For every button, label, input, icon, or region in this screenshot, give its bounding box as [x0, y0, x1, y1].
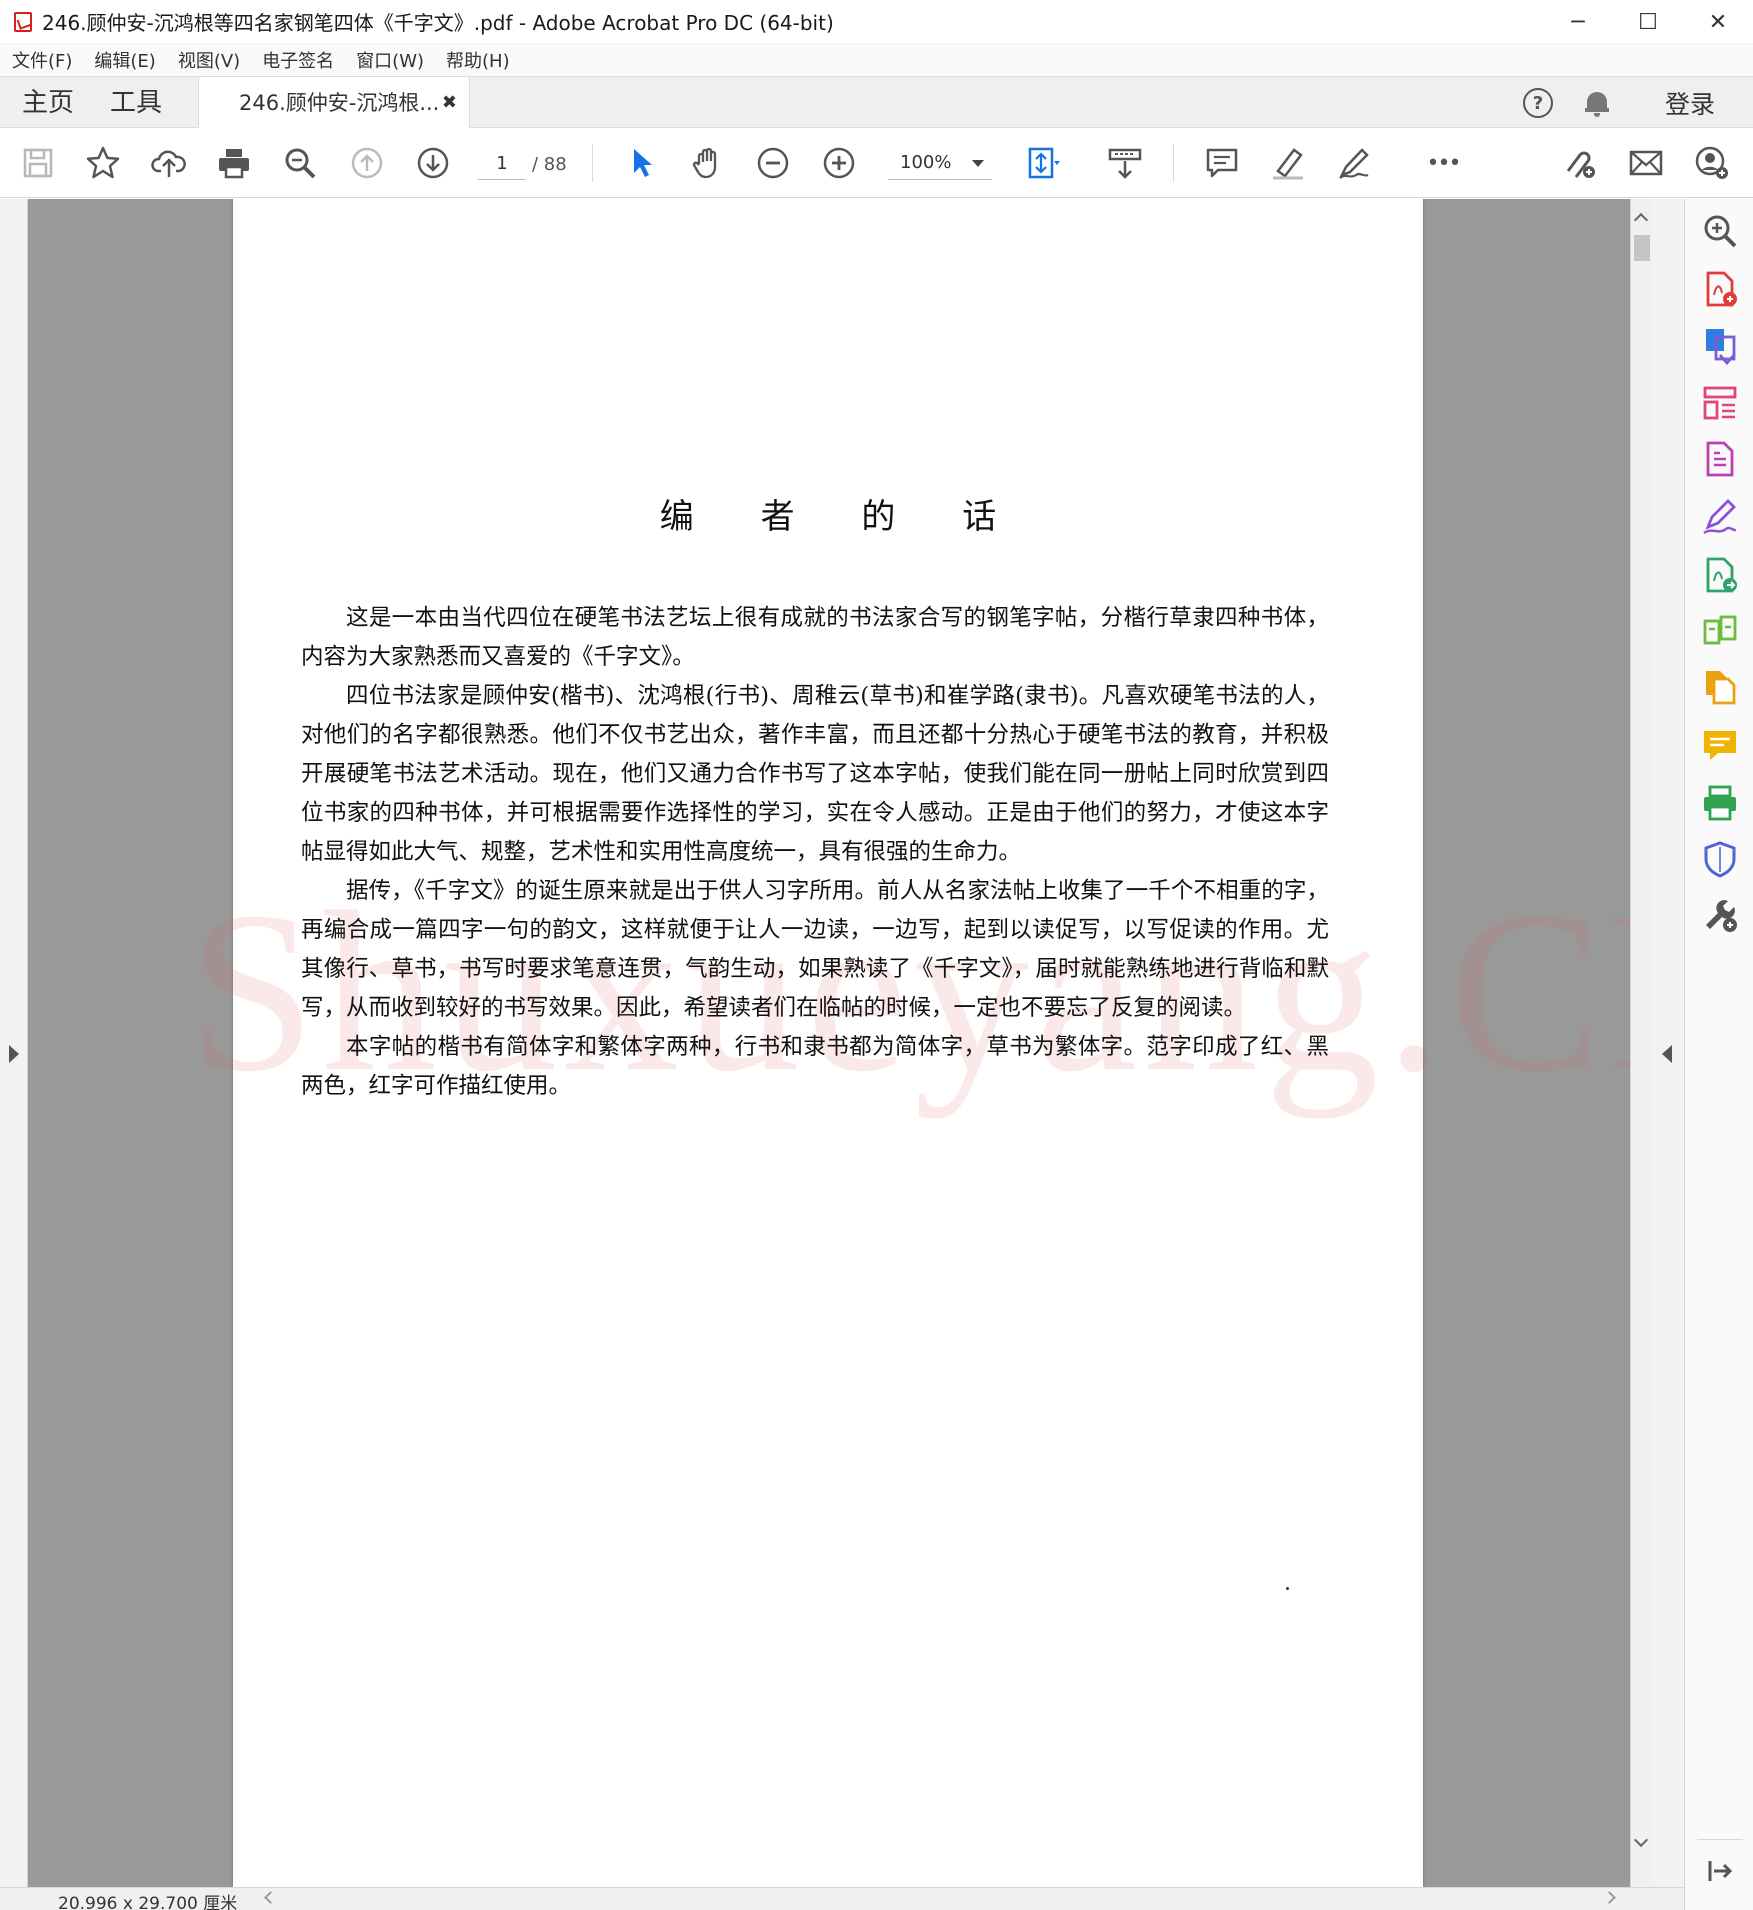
compare-files-icon[interactable]	[1700, 611, 1740, 651]
page-heading: 编 者 的 话	[659, 497, 1025, 537]
pdf-page: Shuxueyang.CN 编 者 的 话 这是一本由当代四位在硬笔书法艺坛上很…	[188, 199, 1630, 1887]
page-mark	[1286, 1587, 1289, 1590]
minimize-button[interactable]: ─	[1543, 0, 1613, 44]
title-bar: 246.顾仲安-沉鸿根等四名家钢笔四体《千字文》.pdf - Adobe Acr…	[0, 0, 1753, 44]
toolbar: / 88 100%	[0, 128, 1753, 198]
window-title: 246.顾仲安-沉鸿根等四名家钢笔四体《千字文》.pdf - Adobe Acr…	[42, 11, 834, 35]
comment-tool-icon[interactable]	[1700, 725, 1740, 765]
tools-pane	[1684, 199, 1753, 1910]
export-file-icon[interactable]	[1700, 555, 1740, 595]
paragraph: 四位书法家是顾仲安(楷书)、沈鸿根(行书)、周稚云(草书)和崔学路(隶书)。凡喜…	[301, 683, 1329, 865]
highlight-icon[interactable]	[1268, 143, 1308, 183]
page-down-icon[interactable]	[413, 143, 453, 183]
menu-bar: 文件(F) 编辑(E) 视图(V) 电子签名 窗口(W) 帮助(H)	[0, 44, 1753, 76]
menu-view[interactable]: 视图(V)	[178, 47, 240, 73]
help-icon[interactable]: ?	[1522, 88, 1553, 118]
menu-esign[interactable]: 电子签名	[262, 47, 334, 73]
right-pane-toggle-strip	[1652, 199, 1684, 1887]
fill-sign-icon[interactable]	[1700, 497, 1740, 537]
export-pdf-icon[interactable]	[1700, 325, 1740, 366]
login-button[interactable]: 登录	[1665, 85, 1715, 121]
share-link-icon[interactable]	[1560, 143, 1600, 183]
zoom-in-icon[interactable]	[819, 143, 859, 183]
tab-tools[interactable]: 工具	[110, 77, 162, 129]
organize-pages-icon[interactable]	[1700, 383, 1740, 423]
scroll-mode-icon[interactable]	[1105, 143, 1145, 183]
scroll-thumb[interactable]	[1634, 235, 1650, 261]
page-up-icon[interactable]	[347, 143, 387, 183]
expand-left-pane-icon[interactable]	[9, 1045, 19, 1063]
menu-window[interactable]: 窗口(W)	[356, 47, 424, 73]
paragraph: 据传，《千字文》的诞生原来就是出于供人习字所用。前人从名家法帖上收集了一千个不相…	[301, 878, 1329, 1021]
tab-home[interactable]: 主页	[22, 77, 74, 129]
page-body: 这是一本由当代四位在硬笔书法艺坛上很有成就的书法家合写的钢笔字帖，分楷行草隶四种…	[301, 599, 1329, 1106]
menu-edit[interactable]: 编辑(E)	[94, 47, 155, 73]
tools-pane-divider	[1697, 1839, 1743, 1840]
star-icon[interactable]	[83, 143, 123, 183]
menu-help[interactable]: 帮助(H)	[446, 47, 510, 73]
status-bar: 20.996 x 29.700 厘米	[0, 1887, 1684, 1910]
combine-files-icon[interactable]	[1700, 667, 1740, 707]
comment-icon[interactable]	[1202, 143, 1242, 183]
more-tools-icon[interactable]	[1700, 895, 1740, 935]
vertical-scrollbar[interactable]	[1630, 199, 1652, 1887]
chevron-down-icon	[972, 160, 984, 167]
zoom-level-value: 100%	[900, 152, 952, 173]
zoom-level-select[interactable]: 100%	[888, 148, 992, 180]
tab-bar: 主页 工具 246.顾仲安-沉鸿根... ✖ ? 登录	[0, 76, 1753, 130]
acrobat-pdf-icon	[14, 11, 32, 32]
paragraph: 本字帖的楷书有简体字和繁体字两种，行书和隶书都为简体字，草书为繁体字。范字印成了…	[301, 1034, 1329, 1099]
tab-bar-right: ? 登录	[1522, 77, 1753, 129]
maximize-button[interactable]: ☐	[1613, 0, 1683, 44]
zoom-out-icon[interactable]	[753, 143, 793, 183]
more-icon[interactable]: •••	[1423, 143, 1463, 183]
protect-icon[interactable]	[1700, 839, 1740, 879]
email-icon[interactable]	[1626, 143, 1666, 183]
tab-document[interactable]: 246.顾仲安-沉鸿根... ✖	[198, 77, 470, 130]
print-icon[interactable]	[214, 143, 254, 183]
edit-pdf-icon[interactable]	[1700, 439, 1740, 479]
collapse-right-pane-icon[interactable]	[1662, 1045, 1672, 1063]
print-production-icon[interactable]	[1700, 783, 1740, 823]
menu-file[interactable]: 文件(F)	[12, 47, 72, 73]
expand-pane-icon[interactable]	[1700, 1851, 1740, 1891]
sign-icon[interactable]	[1334, 143, 1374, 183]
toolbar-divider	[1173, 144, 1174, 182]
document-viewport[interactable]: Shuxueyang.CN 编 者 的 话 这是一本由当代四位在硬笔书法艺坛上很…	[28, 199, 1630, 1887]
create-pdf-icon[interactable]	[1700, 269, 1740, 309]
hand-icon[interactable]	[688, 143, 728, 183]
toolbar-divider	[592, 144, 593, 182]
paragraph: 这是一本由当代四位在硬笔书法艺坛上很有成就的书法家合写的钢笔字帖，分楷行草隶四种…	[301, 605, 1329, 670]
close-tab-icon[interactable]: ✖	[442, 77, 457, 129]
scroll-left-icon[interactable]	[264, 1891, 277, 1904]
window-controls: ─ ☐ ✕	[1543, 0, 1753, 44]
select-arrow-icon[interactable]	[622, 143, 662, 183]
fit-page-icon[interactable]	[1024, 143, 1064, 183]
acrobat-window: 246.顾仲安-沉鸿根等四名家钢笔四体《千字文》.pdf - Adobe Acr…	[0, 0, 1753, 1910]
enhance-scan-icon[interactable]	[1700, 211, 1740, 251]
scroll-up-icon[interactable]	[1633, 212, 1649, 228]
page-size-label: 20.996 x 29.700 厘米	[58, 1894, 238, 1910]
cloud-upload-icon[interactable]	[149, 143, 189, 183]
page-number-input[interactable]	[478, 148, 526, 180]
save-icon[interactable]	[18, 143, 58, 183]
document-tab-label: 246.顾仲安-沉鸿根...	[239, 91, 440, 115]
close-window-button[interactable]: ✕	[1683, 0, 1753, 44]
add-user-icon[interactable]	[1692, 143, 1732, 183]
notification-bell-icon[interactable]	[1584, 90, 1609, 117]
scroll-right-icon[interactable]	[1603, 1891, 1616, 1904]
zoom-search-icon[interactable]	[280, 143, 320, 183]
left-nav-strip	[0, 199, 28, 1887]
page-total: / 88	[532, 154, 567, 175]
scroll-down-icon[interactable]	[1633, 1832, 1649, 1848]
